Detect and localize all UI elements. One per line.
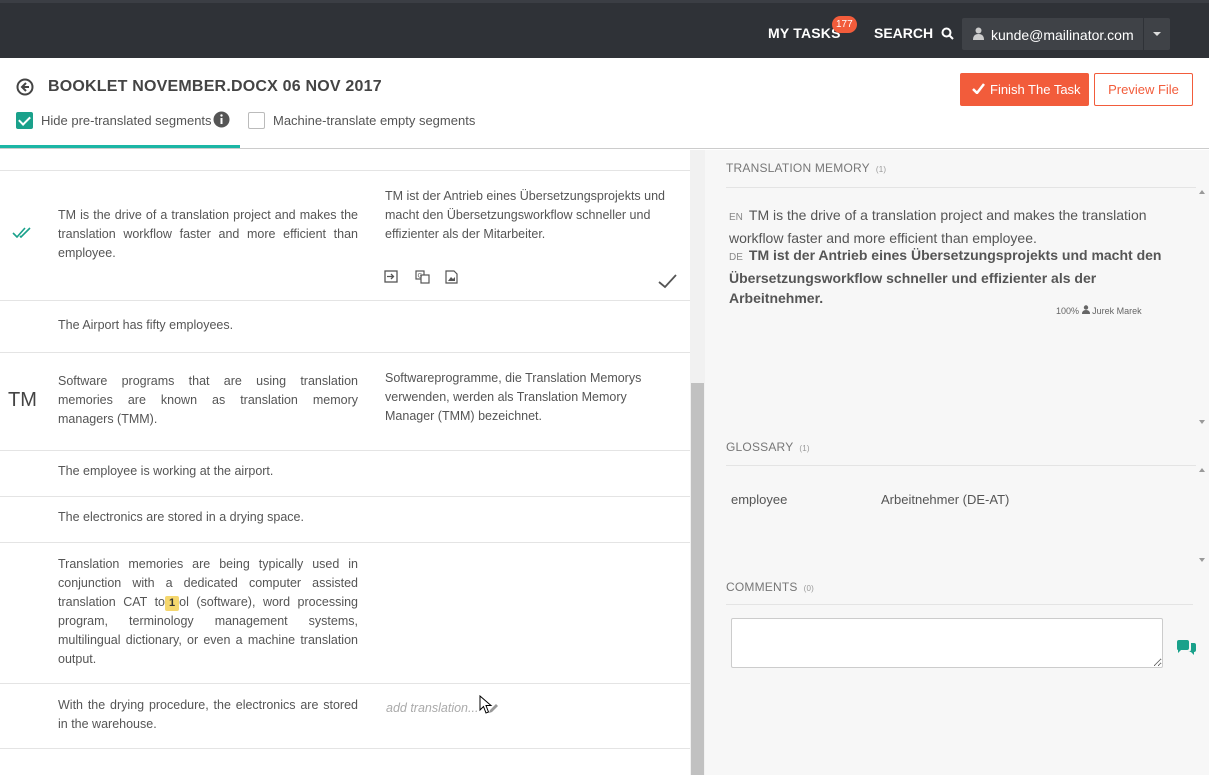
my-tasks-link[interactable]: MY TASKS [768,25,841,41]
segment-row[interactable]: The employee is working at the airport. [0,451,690,497]
segment-list-scrollbar[interactable] [690,150,705,775]
glossary-count: (1) [799,444,810,453]
glossary-scrollbar[interactable] [1196,465,1209,565]
comments-label: COMMENTS [726,580,798,594]
add-translation-placeholder[interactable]: add translation... [386,699,671,718]
tm-match-percent: 100% [1056,306,1080,316]
user-email: kunde@mailinator.com [991,27,1134,43]
double-check-icon [12,227,31,238]
machine-translate-checkbox[interactable] [248,112,265,129]
glossary-label: GLOSSARY [726,440,794,454]
machine-translate-label[interactable]: Machine-translate empty segments [273,113,475,128]
segment-target[interactable]: Softwareprogramme, die Translation Memor… [385,369,670,426]
segment-row[interactable]: Translation memories are being typically… [0,543,690,684]
scroll-down-arrow-icon[interactable] [1199,420,1205,424]
document-title: BOOKLET NOVEMBER.DOCX 06 NOV 2017 [48,78,382,95]
finish-task-label: Finish The Task [990,82,1081,97]
scroll-down-arrow-icon[interactable] [1199,558,1205,562]
back-arrow-icon[interactable] [16,78,34,96]
glossary-term: employee [731,492,788,507]
user-icon [1081,305,1090,314]
inline-tag[interactable]: 1 [165,596,180,611]
tm-target-lang: DE [729,252,743,263]
translation-memory-count: (1) [875,165,887,174]
scroll-up-arrow-icon[interactable] [1199,190,1205,194]
mouse-cursor-icon [479,695,493,714]
search-link[interactable]: SEARCH [874,25,954,41]
search-label: SEARCH [874,25,934,41]
tm-match-meta: 100% Jurek Marek [1056,305,1142,316]
copy-source-icon[interactable] [384,270,398,283]
segment-source: With the drying procedure, the electroni… [58,698,358,731]
segment-source: The employee is working at the airport. [58,464,274,478]
segment-source: Translation memories are being typically… [58,555,358,669]
active-tab-indicator [0,145,240,148]
comments-icon[interactable] [1175,640,1197,658]
search-icon [941,27,954,40]
comments-title: COMMENTS (0) [726,580,814,594]
segment-source: The Airport has fifty employees. [58,318,234,332]
segment-source: Software programs that are using transla… [58,374,358,426]
tm-target: DE TM ist der Antrieb eines Übersetzungsp… [729,245,1169,308]
tm-source-lang: EN [729,212,743,223]
scrollbar-thumb[interactable] [691,383,704,775]
confirm-check-icon[interactable] [658,274,677,289]
image-icon[interactable] [445,270,458,284]
checkmark-icon [972,83,985,94]
segment-row[interactable]: TM is the drive of a translation project… [0,171,690,301]
user-icon [973,27,984,40]
tm-origin-label: TM [8,389,37,411]
comment-input[interactable] [731,618,1163,668]
segment-row[interactable]: The Airport has fifty employees. [0,301,690,353]
glossary-title: GLOSSARY (1) [726,440,810,454]
info-icon[interactable] [213,111,230,128]
machine-translate-icon[interactable]: G [415,270,430,284]
segment-source: TM is the drive of a translation project… [58,208,358,260]
comments-divider [726,604,1193,605]
segment-row[interactable]: TM Software programs that are using tran… [0,353,690,451]
glossary-entry[interactable]: employee Arbeitnehmer (DE-AT) [726,465,1196,565]
side-panel: TRANSLATION MEMORY (1) EN TM is the drive … [705,150,1209,775]
preview-file-button[interactable]: Preview File [1094,73,1193,106]
segment-row-partial [0,150,690,171]
user-dropdown-toggle[interactable] [1143,18,1170,50]
tm-author: Jurek Marek [1092,306,1142,316]
translation-memory-match[interactable]: EN TM is the drive of a translation proje… [726,187,1196,427]
translation-memory-label: TRANSLATION MEMORY [726,161,870,175]
translation-memory-title: TRANSLATION MEMORY (1) [726,161,886,175]
task-header: BOOKLET NOVEMBER.DOCX 06 NOV 2017 Hide p… [0,58,1209,149]
finish-task-button[interactable]: Finish The Task [960,73,1089,106]
segment-target[interactable]: TM ist der Antrieb eines Übersetzungspro… [385,187,670,244]
svg-text:G: G [418,273,423,280]
tm-target-text: TM ist der Antrieb eines Übersetzungspro… [729,247,1162,306]
scroll-up-arrow-icon[interactable] [1199,468,1205,472]
glossary-translation: Arbeitnehmer (DE-AT) [881,492,1010,507]
tm-source: EN TM is the drive of a translation proje… [729,205,1169,248]
hide-pretranslated-label[interactable]: Hide pre-translated segments [41,113,212,128]
tm-source-text: TM is the drive of a translation project… [729,207,1147,246]
segment-row-active[interactable]: With the drying procedure, the electroni… [0,684,690,749]
segment-row[interactable]: The electronics are stored in a drying s… [0,497,690,543]
comments-count: (0) [803,584,814,593]
tasks-count-badge: 177 [832,16,857,33]
hide-pretranslated-checkbox[interactable] [16,112,33,129]
segment-source: The electronics are stored in a drying s… [58,510,304,524]
segment-list: TM is the drive of a translation project… [0,150,690,775]
user-menu[interactable]: kunde@mailinator.com [962,18,1170,50]
top-navbar: MY TASKS 177 SEARCH kunde@mailinator.com [0,0,1209,58]
tm-scrollbar[interactable] [1196,187,1209,427]
